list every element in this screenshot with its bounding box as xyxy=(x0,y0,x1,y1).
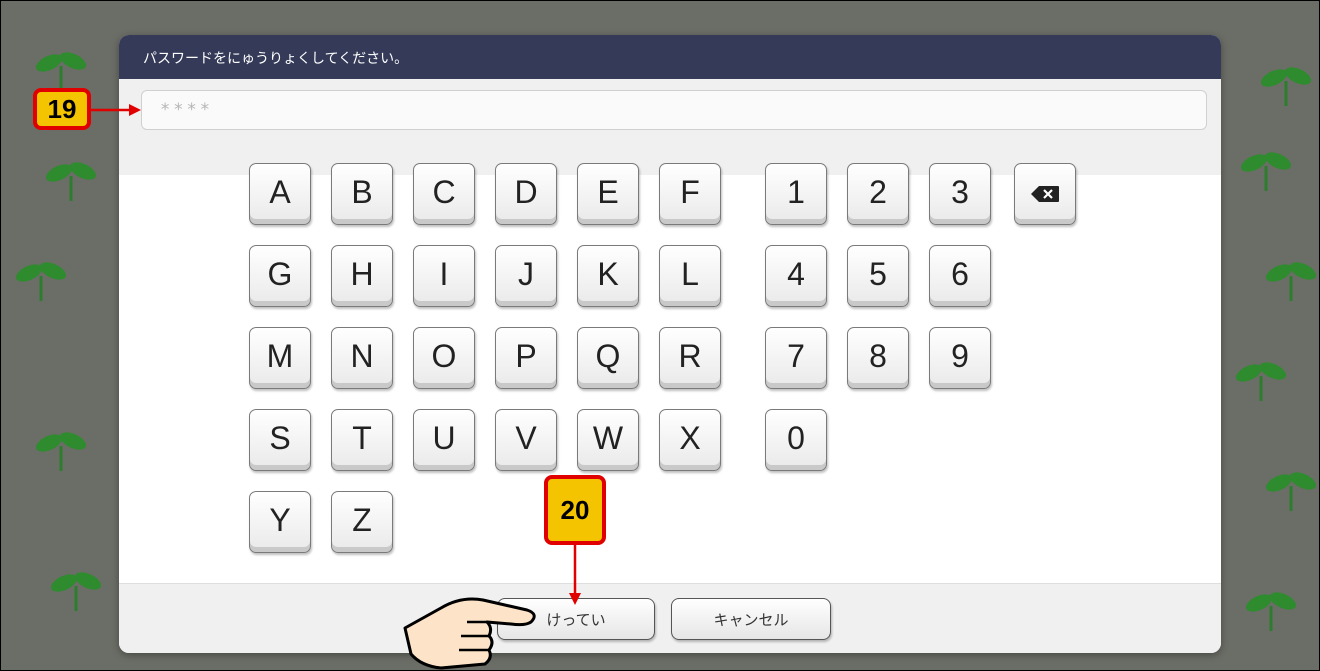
key-8[interactable]: 8 xyxy=(847,327,909,389)
key-label: 5 xyxy=(869,255,887,292)
sprout-decoration xyxy=(1256,56,1316,106)
key-label: B xyxy=(351,173,373,210)
key-h[interactable]: H xyxy=(331,245,393,307)
key-label: R xyxy=(678,337,702,374)
key-n[interactable]: N xyxy=(331,327,393,389)
sprout-decoration xyxy=(41,151,101,201)
key-q[interactable]: Q xyxy=(577,327,639,389)
key-label: 7 xyxy=(787,337,805,374)
key-label: H xyxy=(350,255,374,292)
key-label: 6 xyxy=(951,255,969,292)
sprout-decoration xyxy=(1241,581,1301,631)
key-label: U xyxy=(432,419,456,456)
arrow-right-icon xyxy=(91,104,141,116)
key-label: J xyxy=(518,255,534,292)
key-m[interactable]: M xyxy=(249,327,311,389)
key-1[interactable]: 1 xyxy=(765,163,827,225)
key-y[interactable]: Y xyxy=(249,491,311,553)
dialog-header: パスワードをにゅうりょくしてください。 xyxy=(119,35,1221,79)
dialog-footer xyxy=(119,583,1221,653)
key-label: T xyxy=(352,419,372,456)
key-label: M xyxy=(266,337,294,374)
key-label: 3 xyxy=(951,173,969,210)
key-label: C xyxy=(432,173,456,210)
key-label: L xyxy=(681,255,699,292)
arrow-down-icon xyxy=(569,545,581,605)
key-label: 1 xyxy=(787,173,805,210)
key-label: Y xyxy=(269,501,291,538)
sprout-decoration xyxy=(11,251,71,301)
step-19-badge: 19 xyxy=(33,88,91,130)
key-v[interactable]: V xyxy=(495,409,557,471)
key-d[interactable]: D xyxy=(495,163,557,225)
key-2[interactable]: 2 xyxy=(847,163,909,225)
sprout-decoration xyxy=(46,561,106,611)
key-label: E xyxy=(597,173,619,210)
key-b[interactable]: B xyxy=(331,163,393,225)
key-4[interactable]: 4 xyxy=(765,245,827,307)
key-label: N xyxy=(350,337,374,374)
sprout-decoration xyxy=(1236,141,1296,191)
key-7[interactable]: 7 xyxy=(765,327,827,389)
password-dialog: パスワードをにゅうりょくしてください。 **** A B C D E F G H I J K L M N O… xyxy=(119,35,1221,653)
key-u[interactable]: U xyxy=(413,409,475,471)
backspace-icon xyxy=(1031,186,1059,202)
key-label: A xyxy=(269,173,291,210)
key-p[interactable]: P xyxy=(495,327,557,389)
key-w[interactable]: W xyxy=(577,409,639,471)
key-label: V xyxy=(515,419,537,456)
backspace-key[interactable] xyxy=(1014,163,1076,225)
key-j[interactable]: J xyxy=(495,245,557,307)
key-label: W xyxy=(592,419,624,456)
key-label: F xyxy=(680,173,700,210)
key-3[interactable]: 3 xyxy=(929,163,991,225)
key-o[interactable]: O xyxy=(413,327,475,389)
sprout-decoration xyxy=(1261,461,1319,511)
key-5[interactable]: 5 xyxy=(847,245,909,307)
key-label: Q xyxy=(595,337,621,374)
key-label: O xyxy=(431,337,457,374)
key-label: I xyxy=(439,255,449,292)
sprout-decoration xyxy=(1231,351,1291,401)
key-k[interactable]: K xyxy=(577,245,639,307)
key-s[interactable]: S xyxy=(249,409,311,471)
key-a[interactable]: A xyxy=(249,163,311,225)
sprout-decoration xyxy=(31,421,91,471)
key-label: 8 xyxy=(869,337,887,374)
step-20-badge: 20 xyxy=(544,475,606,545)
key-0[interactable]: 0 xyxy=(765,409,827,471)
key-label: X xyxy=(679,419,701,456)
key-6[interactable]: 6 xyxy=(929,245,991,307)
key-r[interactable]: R xyxy=(659,327,721,389)
pointing-hand-icon xyxy=(403,597,536,670)
key-9[interactable]: 9 xyxy=(929,327,991,389)
key-label: P xyxy=(515,337,537,374)
key-label: S xyxy=(269,419,291,456)
sprout-decoration xyxy=(1261,251,1319,301)
key-i[interactable]: I xyxy=(413,245,475,307)
key-label: 4 xyxy=(787,255,805,292)
key-label: G xyxy=(267,255,293,292)
sprout-decoration xyxy=(31,41,91,91)
key-f[interactable]: F xyxy=(659,163,721,225)
key-g[interactable]: G xyxy=(249,245,311,307)
key-label: 0 xyxy=(787,419,805,456)
password-input[interactable]: **** xyxy=(141,90,1207,130)
key-label: D xyxy=(514,173,538,210)
key-z[interactable]: Z xyxy=(331,491,393,553)
key-x[interactable]: X xyxy=(659,409,721,471)
key-e[interactable]: E xyxy=(577,163,639,225)
key-label: K xyxy=(597,255,619,292)
key-l[interactable]: L xyxy=(659,245,721,307)
key-label: Z xyxy=(352,501,372,538)
cancel-button[interactable]: キャンセル xyxy=(671,598,831,640)
key-c[interactable]: C xyxy=(413,163,475,225)
key-t[interactable]: T xyxy=(331,409,393,471)
app-background: パスワードをにゅうりょくしてください。 **** A B C D E F G H I J K L M N O… xyxy=(0,0,1320,671)
dialog-title: パスワードをにゅうりょくしてください。 xyxy=(143,51,409,67)
key-label: 2 xyxy=(869,173,887,210)
key-label: 9 xyxy=(951,337,969,374)
